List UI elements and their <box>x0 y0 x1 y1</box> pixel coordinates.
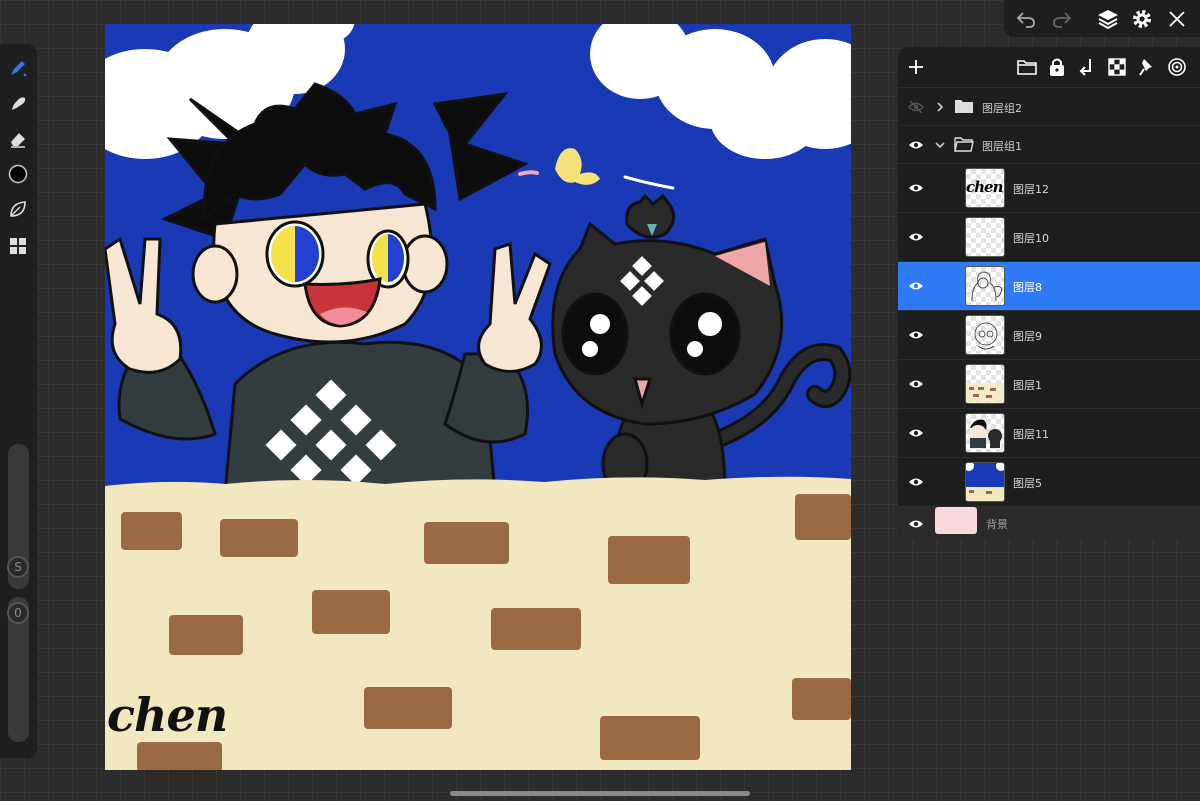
lock-icon[interactable] <box>1045 55 1069 79</box>
signature: chen <box>107 688 228 742</box>
size-knob-label: S <box>14 560 22 574</box>
undo-icon[interactable] <box>1014 7 1038 31</box>
layer-label: 图层12 <box>1013 183 1049 196</box>
layer-row[interactable]: 图层10 <box>898 212 1200 261</box>
layers-panel-header <box>898 47 1200 87</box>
eye-icon[interactable] <box>904 225 928 249</box>
background-label: 背景 <box>986 518 1008 531</box>
layers-panel: 图层组2 图层组1 chen 图层12 图层10 图层8 图层9 图层1 图层1… <box>898 47 1200 540</box>
drawing-canvas[interactable]: chen <box>105 24 851 770</box>
eye-icon[interactable] <box>904 512 928 536</box>
layer-thumbnail <box>965 266 1005 306</box>
chevron-right-icon[interactable] <box>932 99 948 115</box>
layer-thumbnail <box>965 413 1005 453</box>
layer-label: 图层1 <box>1013 379 1042 392</box>
folder-open-icon <box>954 136 976 154</box>
layers-icon[interactable] <box>1096 7 1120 31</box>
folder-icon[interactable] <box>1015 55 1039 79</box>
gear-icon[interactable] <box>1130 7 1154 31</box>
target-icon[interactable] <box>1165 55 1189 79</box>
layer-row-selected[interactable]: 图层8 <box>898 261 1200 310</box>
color-swatch[interactable] <box>6 162 30 186</box>
layer-group-label: 图层组1 <box>982 140 1022 153</box>
layer-thumbnail <box>965 364 1005 404</box>
layer-group-1[interactable]: 图层组1 <box>898 125 1200 163</box>
layer-row[interactable]: 图层11 <box>898 408 1200 457</box>
artwork <box>105 24 851 770</box>
checker-icon[interactable] <box>1105 55 1129 79</box>
eye-icon[interactable] <box>904 372 928 396</box>
layer-group-label: 图层组2 <box>982 102 1022 115</box>
eye-icon[interactable] <box>904 470 928 494</box>
layer-row[interactable]: chen 图层12 <box>898 163 1200 212</box>
home-indicator[interactable] <box>450 791 750 796</box>
redo-icon[interactable] <box>1050 7 1074 31</box>
layer-thumbnail <box>965 217 1005 257</box>
merge-down-icon[interactable] <box>1075 55 1099 79</box>
plus-icon[interactable] <box>904 55 928 79</box>
layer-label: 图层10 <box>1013 232 1049 245</box>
layer-label: 图层5 <box>1013 477 1042 490</box>
pink-streak <box>518 170 539 176</box>
eye-icon[interactable] <box>904 133 928 157</box>
close-icon[interactable] <box>1165 7 1189 31</box>
layer-row[interactable]: 图层1 <box>898 359 1200 408</box>
left-toolbar: S 0 <box>0 44 37 758</box>
layer-group-2[interactable]: 图层组2 <box>898 87 1200 125</box>
leaf-icon[interactable] <box>6 197 30 221</box>
background-layer-row[interactable]: 背景 <box>898 506 1200 540</box>
eye-icon[interactable] <box>904 421 928 445</box>
layer-label: 图层8 <box>1013 281 1042 294</box>
smudge-icon[interactable] <box>6 91 30 115</box>
layer-thumbnail <box>965 315 1005 355</box>
eye-icon[interactable] <box>904 176 928 200</box>
layer-thumbnail: chen <box>965 168 1005 208</box>
layer-label: 图层11 <box>1013 428 1049 441</box>
grid-icon[interactable] <box>6 234 30 258</box>
brush-size-knob[interactable]: S <box>7 556 29 578</box>
pin-icon[interactable] <box>1135 55 1159 79</box>
layer-label: 图层9 <box>1013 330 1042 343</box>
folder-icon <box>954 98 976 116</box>
brush-icon[interactable] <box>6 56 30 80</box>
layer-row[interactable]: 图层9 <box>898 310 1200 359</box>
eye-icon[interactable] <box>904 274 928 298</box>
eye-icon[interactable] <box>904 323 928 347</box>
eraser-icon[interactable] <box>6 127 30 151</box>
eye-hidden-icon[interactable] <box>904 95 928 119</box>
layer-row[interactable]: 图层5 <box>898 457 1200 506</box>
chevron-down-icon[interactable] <box>932 137 948 153</box>
background-color-swatch[interactable] <box>935 507 977 534</box>
opacity-knob[interactable]: 0 <box>7 602 29 624</box>
thumbnail-text: chen <box>966 178 1004 196</box>
top-toolbar <box>1004 0 1200 37</box>
layer-thumbnail <box>965 462 1005 502</box>
opacity-knob-label: 0 <box>14 606 22 620</box>
